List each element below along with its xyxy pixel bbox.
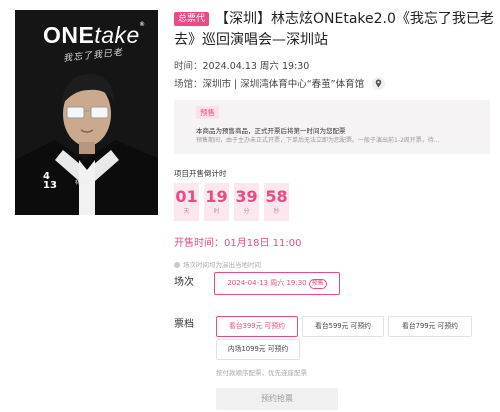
- countdown-seconds: 58 秒: [264, 183, 289, 221]
- poster-logo: ONEtake®: [43, 22, 145, 48]
- seating-note: 按付款顺序配票，优先连座配票: [216, 369, 307, 377]
- ticket-tier-label: 票档: [174, 319, 194, 330]
- sale-start-time: 开售时间：01月18日 11:00: [174, 238, 302, 249]
- presale-notice: 预售 本商品为预售商品，正式开票后将第一时间为您配票 预售期间，由于主办未正式开…: [174, 100, 490, 154]
- event-poster: ONEtake® 我忘了我已老 4 13 林志炫: [15, 10, 158, 215]
- poster-artist-name: 林志炫: [75, 180, 91, 186]
- presale-notice-text: 本商品为预售商品，正式开票后将第一时间为您配票: [196, 127, 346, 135]
- event-time: 时间：2024.04.13 周六 19:30: [174, 61, 310, 72]
- ticket-tier-599[interactable]: 看台599元 可预约: [302, 316, 384, 337]
- poster-date: 4 13: [43, 171, 57, 191]
- ticket-tier-1099[interactable]: 内场1099元 可预约: [216, 339, 300, 360]
- ticket-tier-399[interactable]: 看台399元 可预约: [216, 316, 298, 337]
- agency-tag: 总票代: [174, 12, 210, 26]
- event-title: 总票代 【深圳】林志炫ONEtake2.0《我忘了我已老去》巡回演唱会—深圳站: [174, 9, 494, 51]
- countdown-hours: 19 时: [204, 183, 229, 221]
- session-option[interactable]: 2024-04-13 周六 19:30 预售: [214, 272, 340, 295]
- reserve-button[interactable]: 预约抢票: [216, 388, 338, 410]
- countdown-days: 01 天: [174, 183, 199, 221]
- info-icon: [174, 262, 180, 268]
- presale-notice-detail[interactable]: 预售期间，由于主办未正式开票，下单后无法立即为您配票。一般于演出前1-2周开票，…: [196, 135, 440, 144]
- presale-badge: 预售: [308, 279, 327, 289]
- event-venue: 场馆：深圳市 | 深圳湾体育中心“春茧”体育馆: [174, 76, 386, 90]
- countdown-label: 项目开售倒计时: [174, 169, 227, 178]
- presale-tag: 预售: [196, 106, 219, 119]
- location-pin-icon[interactable]: [372, 77, 386, 90]
- event-title-text: 【深圳】林志炫ONEtake2.0《我忘了我已老去》巡回演唱会—深圳站: [174, 11, 494, 48]
- timezone-note: 场次时间均为演出当地时间: [174, 259, 261, 269]
- ticket-tier-799[interactable]: 看台799元 可预约: [388, 316, 472, 337]
- countdown-minutes: 39 分: [234, 183, 259, 221]
- session-label: 场次: [174, 277, 194, 288]
